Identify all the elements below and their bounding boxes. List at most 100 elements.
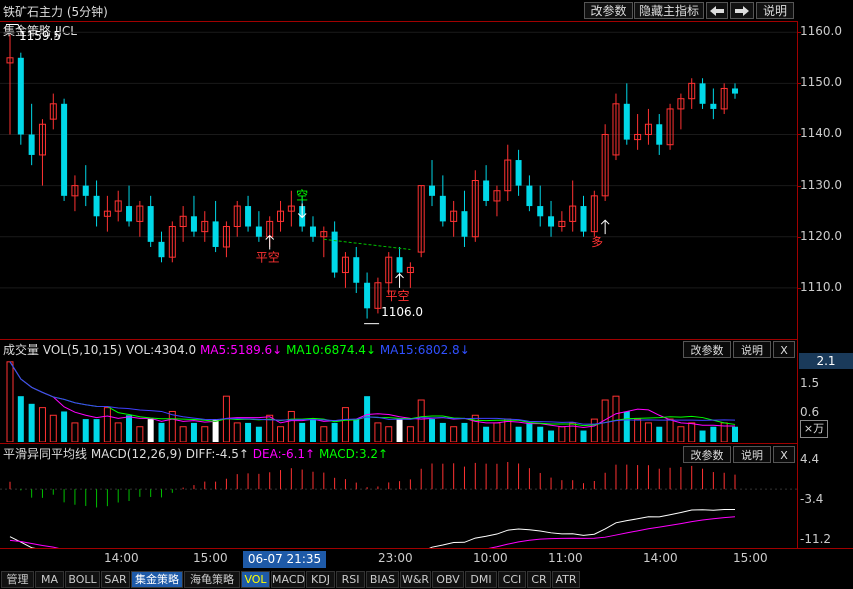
time-tick-label: 14:00 bbox=[643, 551, 678, 565]
vol-help-button[interactable]: 说明 bbox=[733, 341, 771, 358]
volume-bar bbox=[277, 426, 285, 442]
volume-bar bbox=[245, 422, 252, 442]
hide-indicator-button[interactable]: 隐藏主指标 bbox=[634, 2, 704, 19]
volume-bar bbox=[126, 415, 133, 442]
volume-bar bbox=[417, 399, 425, 442]
ma15-value: MA15:6802.8↓ bbox=[379, 343, 470, 357]
candle-body bbox=[537, 206, 544, 217]
candle-body bbox=[93, 195, 100, 217]
volume-bar bbox=[677, 426, 685, 442]
candle-body bbox=[710, 103, 717, 109]
vol-params-button[interactable]: 改参数 bbox=[683, 341, 731, 358]
macd-chart[interactable] bbox=[0, 462, 797, 548]
candle-body bbox=[331, 231, 338, 273]
volume-bar bbox=[255, 426, 262, 442]
volume-bar bbox=[136, 426, 144, 442]
time-tick-label: 10:00 bbox=[473, 551, 508, 565]
indicator-tab-8[interactable]: KDJ bbox=[306, 571, 335, 588]
signal-label: 多 bbox=[591, 235, 603, 249]
low-label: 1106.0 bbox=[381, 305, 423, 319]
indicator-tab-16[interactable]: ATR bbox=[552, 571, 580, 588]
volume-bar bbox=[190, 422, 197, 442]
candle-body bbox=[483, 180, 490, 201]
indicator-tab-4[interactable]: 集金策略 bbox=[131, 571, 183, 588]
candle-body bbox=[699, 83, 706, 104]
indicator-tab-11[interactable]: W&R bbox=[400, 571, 431, 588]
volume-bar bbox=[331, 422, 338, 442]
volume-bar bbox=[38, 407, 46, 442]
ma5-value: MA5:5189.6↓ bbox=[199, 343, 283, 357]
volume-bar bbox=[103, 407, 111, 442]
arrow-right-icon bbox=[735, 6, 749, 16]
time-tick-label: 15:00 bbox=[733, 551, 768, 565]
price-tick-mark bbox=[797, 236, 801, 238]
macd-close-button[interactable]: X bbox=[773, 446, 795, 463]
volume-bar bbox=[590, 418, 598, 442]
price-tick: 1140.0 bbox=[800, 126, 842, 141]
time-cursor-label: 06-07 21:35 bbox=[243, 551, 326, 568]
vol-close-button[interactable]: X bbox=[773, 341, 795, 358]
volume-bar bbox=[93, 419, 100, 442]
signal-label: 平空 bbox=[386, 289, 410, 303]
indicator-tab-2[interactable]: BOLL bbox=[65, 571, 100, 588]
volume-bar bbox=[168, 410, 176, 442]
signal-arrow-up-icon bbox=[265, 234, 275, 250]
indicator-tab-1[interactable]: MA bbox=[35, 571, 64, 588]
volume-chart[interactable] bbox=[0, 358, 797, 442]
volume-bar bbox=[28, 403, 35, 442]
candle-body bbox=[580, 206, 587, 232]
macd-params-button[interactable]: 改参数 bbox=[683, 446, 731, 463]
volume-bar bbox=[483, 426, 490, 442]
indicator-tab-3[interactable]: SAR bbox=[101, 571, 130, 588]
volume-bar bbox=[515, 426, 522, 442]
indicator-tab-13[interactable]: DMI bbox=[465, 571, 497, 588]
indicator-tab-15[interactable]: CR bbox=[527, 571, 551, 588]
volume-bar bbox=[374, 422, 382, 442]
diff-value: DIFF:-4.5↑ bbox=[185, 447, 249, 461]
price-tick-mark bbox=[797, 32, 801, 34]
candle-body bbox=[732, 88, 738, 94]
volume-bar bbox=[656, 426, 663, 442]
candle-body bbox=[353, 257, 360, 283]
volume-bar bbox=[158, 422, 165, 442]
candle-body bbox=[364, 282, 371, 309]
price-tick: 1120.0 bbox=[800, 228, 842, 243]
candlestick-chart[interactable]: 1159.51106.0空平空平空多 bbox=[0, 22, 797, 339]
help-button[interactable]: 说明 bbox=[756, 2, 794, 19]
macd-tick-0: 4.4 bbox=[800, 452, 820, 466]
macd-help-button[interactable]: 说明 bbox=[733, 446, 771, 463]
candle-body bbox=[526, 185, 533, 207]
volume-bar bbox=[320, 426, 328, 442]
price-tick-mark bbox=[797, 83, 801, 85]
indicator-tab-14[interactable]: CCI bbox=[498, 571, 526, 588]
high-label: 1159.5 bbox=[19, 29, 61, 43]
next-arrow-button[interactable] bbox=[730, 2, 754, 19]
volume-bar bbox=[71, 422, 79, 442]
indicator-tab-6[interactable]: VOL bbox=[241, 571, 270, 588]
volume-bar bbox=[666, 418, 674, 442]
indicator-tab-0[interactable]: 管理 bbox=[1, 571, 34, 588]
price-tick: 1130.0 bbox=[800, 177, 842, 192]
indicator-tab-5[interactable]: 海龟策略 bbox=[184, 571, 240, 588]
indicator-tab-10[interactable]: BIAS bbox=[366, 571, 399, 588]
indicator-tab-7[interactable]: MACD bbox=[271, 571, 305, 588]
volume-bar bbox=[353, 419, 360, 442]
volume-bar bbox=[17, 396, 24, 442]
candle-body bbox=[82, 185, 89, 196]
candle-body bbox=[126, 206, 133, 222]
arrow-left-icon bbox=[710, 6, 724, 16]
volume-bar bbox=[212, 419, 219, 442]
volume-bar bbox=[537, 426, 544, 442]
dea-value: DEA:-6.1↑ bbox=[252, 447, 316, 461]
volume-bar bbox=[201, 426, 209, 442]
volume-bar bbox=[688, 422, 696, 442]
volume-bar bbox=[623, 411, 630, 442]
prev-arrow-button[interactable] bbox=[706, 2, 728, 19]
candle-body bbox=[28, 134, 35, 155]
indicator-tab-12[interactable]: OBV bbox=[432, 571, 464, 588]
indicator-tab-9[interactable]: RSI bbox=[336, 571, 365, 588]
params-button[interactable]: 改参数 bbox=[584, 2, 633, 19]
price-tick-mark bbox=[797, 287, 801, 289]
volume-bar bbox=[309, 419, 316, 442]
vol-title: 成交量 VOL(5,10,15) bbox=[3, 343, 123, 357]
